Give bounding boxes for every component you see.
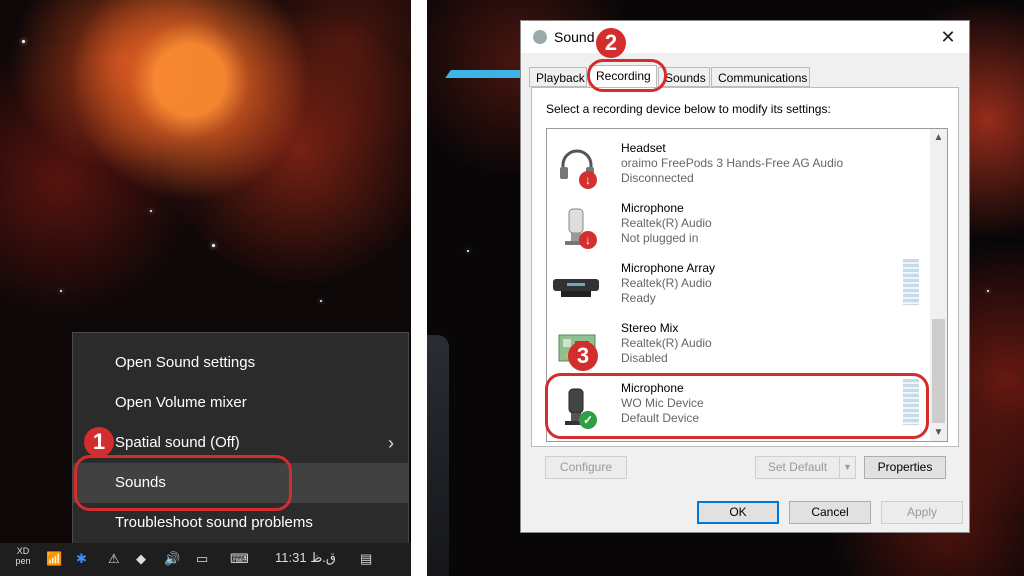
arrow-down-status-icon: ↓ <box>579 171 597 189</box>
star <box>150 210 152 212</box>
list-item-headset[interactable]: ↓ Headset oraimo FreePods 3 Hands-Free A… <box>547 135 932 195</box>
menu-item-open-sound-settings[interactable]: Open Sound settings <box>73 343 408 383</box>
star <box>22 40 25 43</box>
device-name: Headset <box>621 141 666 155</box>
step-marker-2: 2 <box>596 28 626 58</box>
step-marker-3: 3 <box>568 341 598 371</box>
pen-label: pen <box>15 556 31 566</box>
device-status: Not plugged in <box>621 231 699 245</box>
list-item-microphone-array[interactable]: Microphone Array Realtek(R) Audio Ready <box>547 255 932 315</box>
image-divider <box>411 0 427 576</box>
clock[interactable]: 11:31 ق.ظ <box>275 550 336 566</box>
instruction-text: Select a recording device below to modif… <box>546 102 831 116</box>
speaker-icon <box>533 30 547 44</box>
sound-context-menu: Open Sound settings Open Volume mixer Sp… <box>72 332 409 552</box>
menu-item-label: Troubleshoot sound problems <box>115 514 313 531</box>
cancel-button[interactable]: Cancel <box>789 501 871 524</box>
configure-button[interactable]: Configure <box>545 456 627 479</box>
star <box>467 250 469 252</box>
sound-dialog: Sound ✕ Playback Recording Sounds Commun… <box>520 20 970 533</box>
menu-item-open-volume-mixer[interactable]: Open Volume mixer <box>73 383 408 423</box>
device-status: Disconnected <box>621 171 694 185</box>
level-meter <box>903 259 919 305</box>
adobe-xd-icon[interactable]: XD pen <box>14 546 32 566</box>
dialog-titlebar[interactable]: Sound ✕ <box>521 21 969 53</box>
star <box>212 244 215 247</box>
menu-item-label: Open Volume mixer <box>115 394 247 411</box>
tab-label: Playback <box>536 71 585 85</box>
keyboard-icon[interactable]: ⌨ <box>230 551 249 567</box>
device-list-scrollbar[interactable]: ▲ ▼ <box>930 129 947 441</box>
device-driver: Realtek(R) Audio <box>621 216 712 230</box>
star <box>60 290 62 292</box>
menu-item-label: Spatial sound (Off) <box>115 434 240 451</box>
star <box>987 290 989 292</box>
highlight-ring-wo-mic <box>545 373 929 439</box>
star <box>320 300 322 302</box>
app-tray-icon[interactable]: ◆ <box>136 551 146 567</box>
chevron-right-icon: › <box>388 433 394 453</box>
device-name: Microphone Array <box>621 261 716 275</box>
desktop-background-left: Open Sound settings Open Volume mixer Sp… <box>0 0 411 576</box>
apply-button[interactable]: Apply <box>881 501 963 524</box>
list-item-microphone-realtek[interactable]: ↓ Microphone Realtek(R) Audio Not plugge… <box>547 195 932 255</box>
chevron-up-icon[interactable]: ▲ <box>930 129 947 146</box>
taskbar: XD pen 📶 ✱ ⚠ ◆ 🔊 ▭ ⌨ 11:31 ق.ظ ▤ <box>0 543 411 576</box>
list-item-stereo-mix[interactable]: Stereo Mix Realtek(R) Audio Disabled <box>547 315 932 375</box>
microphone-array-icon <box>553 279 599 297</box>
menu-item-label: Open Sound settings <box>115 354 256 371</box>
dialog-title: Sound <box>554 29 595 45</box>
bluetooth-icon[interactable]: ✱ <box>76 551 87 567</box>
device-status: Disabled <box>621 351 668 365</box>
tab-playback[interactable]: Playback <box>529 67 587 87</box>
ok-button[interactable]: OK <box>697 501 779 524</box>
tab-communications[interactable]: Communications <box>711 67 810 87</box>
xd-label: XD <box>16 546 30 556</box>
device-name: Stereo Mix <box>621 321 679 335</box>
device-driver: Realtek(R) Audio <box>621 336 712 350</box>
step-marker-1: 1 <box>84 427 114 457</box>
scrollbar-thumb[interactable] <box>932 319 945 423</box>
highlight-ring-recording-tab <box>587 59 667 92</box>
highlight-ring-sounds <box>74 455 292 511</box>
tab-label: Communications <box>718 71 808 85</box>
device-driver: oraimo FreePods 3 Hands-Free AG Audio <box>621 156 844 170</box>
wifi-icon[interactable]: 📶 <box>46 551 62 567</box>
battery-icon[interactable]: ▭ <box>196 551 208 567</box>
warning-icon[interactable]: ⚠ <box>108 551 120 567</box>
chevron-down-icon[interactable]: ▼ <box>930 424 947 441</box>
device-status: Ready <box>621 291 656 305</box>
device-name: Microphone <box>621 201 684 215</box>
decorative-figure <box>427 335 449 576</box>
notifications-icon[interactable]: ▤ <box>360 551 372 567</box>
set-default-dropdown-icon[interactable]: ▼ <box>839 456 856 479</box>
arrow-down-status-icon: ↓ <box>579 231 597 249</box>
tab-label: Sounds <box>665 71 706 85</box>
set-default-button[interactable]: Set Default <box>755 456 840 479</box>
volume-icon[interactable]: 🔊 <box>164 551 180 567</box>
close-button[interactable]: ✕ <box>935 25 961 49</box>
properties-button[interactable]: Properties <box>864 456 946 479</box>
device-driver: Realtek(R) Audio <box>621 276 712 290</box>
